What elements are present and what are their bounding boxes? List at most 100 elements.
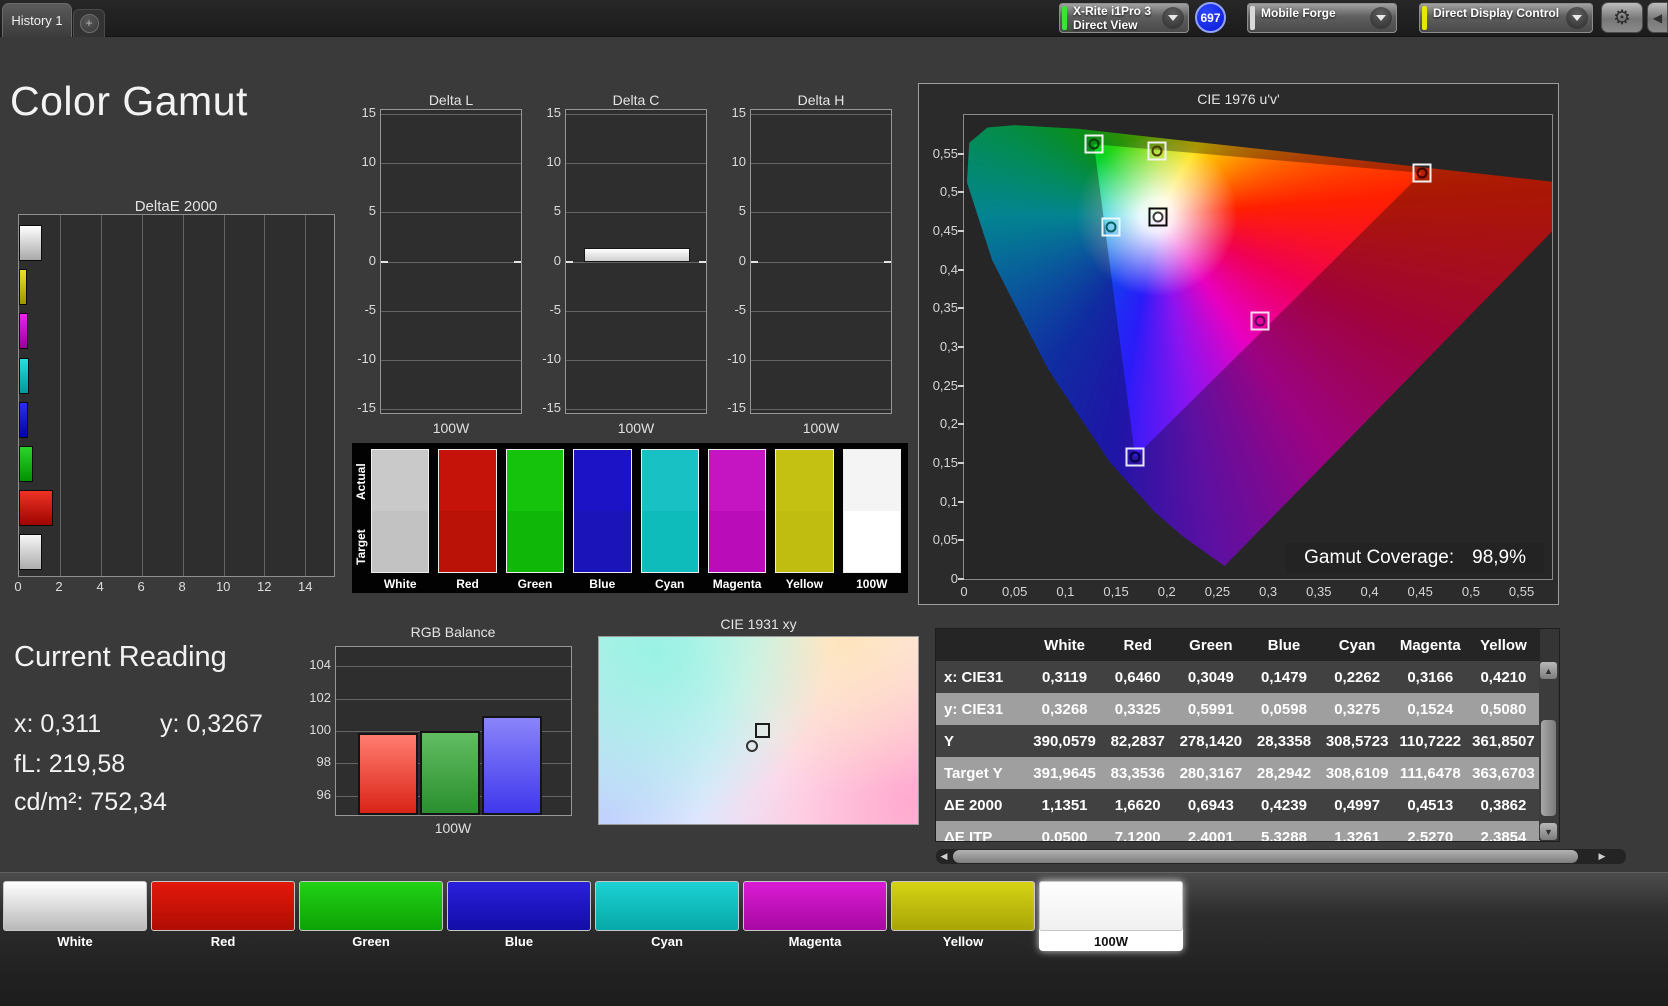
swatch-actual (708, 450, 766, 511)
delta-y-tick-label: -5 (549, 301, 561, 317)
table-cell: 0,0500 (1041, 828, 1088, 842)
swatch-target (372, 511, 429, 572)
delta-y-tick-label: -15 (727, 400, 746, 416)
patch-button-100w[interactable]: 100W (1039, 881, 1183, 951)
swatch-blue (573, 449, 632, 573)
vertical-scroll-thumb[interactable] (1541, 720, 1556, 816)
table-cell: 0,3275 (1334, 700, 1381, 718)
measured-dot (1105, 221, 1117, 233)
delta-gridline (751, 409, 891, 411)
table-cell: 0,6460 (1114, 668, 1161, 686)
deltae-gridline (100, 215, 102, 576)
table-cell: 280,3167 (1179, 764, 1243, 782)
measured-point-marker (745, 739, 758, 752)
deltae-x-tick-label: 0 (14, 579, 22, 594)
delta-y-tick-label: 15 (361, 104, 376, 120)
delta-y-tick-label: -5 (364, 301, 376, 317)
patch-button-yellow[interactable]: Yellow (891, 881, 1035, 951)
deltae-x-tick-label: 6 (137, 579, 145, 594)
table-row: ΔE 2000 1,1351 1,6620 0,6943 0,4239 0,4997 0,4… (936, 789, 1540, 821)
delta-y-tick-label: -10 (542, 350, 561, 366)
table-cell: 28,2942 (1256, 764, 1312, 782)
measured-dot (1152, 211, 1164, 223)
collapse-panel-button[interactable]: ◀ (1647, 2, 1668, 33)
deltae-bar-red (19, 490, 53, 527)
scroll-down-button[interactable]: ▼ (1540, 823, 1557, 840)
measured-dot (1416, 167, 1428, 179)
table-cell: 0,3049 (1187, 668, 1234, 686)
cie-x-tick-label: 0,2 (1157, 584, 1176, 599)
yellow-point-marker (1147, 141, 1167, 161)
swatch-100w (842, 449, 902, 573)
delta-c-title: Delta C (612, 92, 660, 108)
scroll-up-button[interactable]: ▲ (1540, 662, 1557, 679)
table-horizontal-scrollbar[interactable]: ◀ ▶ (936, 849, 1626, 864)
patch-button-magenta[interactable]: Magenta (743, 881, 887, 951)
horizontal-scroll-thumb[interactable] (953, 850, 1578, 863)
rgb-balance-x-label: 100W (434, 820, 472, 836)
patch-button-red[interactable]: Red (151, 881, 295, 951)
row-label: y: CIE31 (944, 700, 1004, 718)
results-table-body: White Red Green Blue Cyan Magenta Yellow x: CIE… (936, 629, 1540, 842)
cie-x-tick-label: 0 (960, 584, 968, 599)
patch-swatch (1039, 881, 1183, 931)
column-header: Red (1123, 636, 1152, 654)
cie-x-tick-label: 0,45 (1407, 584, 1433, 599)
measured-dot (1088, 138, 1100, 150)
meter-dropdown-button[interactable] (1162, 7, 1184, 29)
table-vertical-scrollbar[interactable]: ▲ ▼ (1539, 662, 1558, 840)
cie-y-tick (958, 539, 964, 542)
cie-x-tick-label: 0,15 (1103, 584, 1129, 599)
table-cell: 361,8507 (1472, 732, 1535, 750)
settings-button[interactable]: ⚙ (1601, 2, 1643, 33)
cie-plot: Gamut Coverage: 98,9% 0,55 0,5 0,45 0,4 0,35… (933, 114, 1553, 599)
source-dropdown-button[interactable] (1370, 7, 1392, 29)
patch-label: Blue (504, 933, 534, 949)
delta-c-chart: Delta C 15 10 5 0 -5 -10 -15 100W (535, 92, 707, 437)
display-control-dropdown-button[interactable] (1566, 7, 1588, 29)
measured-dot (1151, 145, 1163, 157)
patch-button-cyan[interactable]: Cyan (595, 881, 739, 951)
patch-button-green[interactable]: Green (299, 881, 443, 951)
rgb-balance-y-axis: 104 102 100 98 96 (305, 646, 331, 814)
cie-y-tick (958, 152, 964, 155)
table-cell: 0,4210 (1480, 668, 1527, 686)
scroll-left-button[interactable]: ◀ (936, 849, 952, 864)
delta-gridline (566, 163, 706, 165)
swatch-target (641, 511, 698, 572)
add-tab-button[interactable]: + (73, 9, 105, 37)
rgb-bar-red (358, 733, 418, 815)
table-cell: 0,3166 (1407, 668, 1454, 686)
delta-c-plot (565, 109, 707, 414)
delta-gridline (381, 310, 521, 312)
actual-row-label: Actual (354, 463, 368, 501)
cie-y-tick (958, 230, 964, 232)
table-cell: 0,4513 (1407, 796, 1454, 814)
swatch-white (370, 449, 430, 573)
deltae-bar-magenta (19, 313, 29, 350)
delta-gridline (751, 310, 891, 312)
meter-count-badge[interactable]: 697 (1195, 2, 1226, 33)
patch-button-blue[interactable]: Blue (447, 881, 591, 951)
meter-dropdown[interactable]: X-Rite i1Pro 3 Direct View (1059, 3, 1189, 33)
page-title: Color Gamut (10, 78, 248, 124)
display-control-dropdown[interactable]: Direct Display Control (1419, 3, 1593, 33)
rgb-y-tick-label: 102 (309, 689, 331, 705)
outside-gamut-shade (966, 125, 1552, 567)
rgb-y-tick-label: 104 (309, 657, 331, 673)
cie-x-tick-label: 0,05 (1002, 584, 1028, 599)
table-cell: 0,5991 (1187, 700, 1234, 718)
scroll-right-button[interactable]: ▶ (1594, 849, 1610, 864)
swatch-target (574, 511, 631, 572)
patch-button-white[interactable]: White (3, 881, 147, 951)
tab-history-1[interactable]: History 1 (2, 3, 72, 37)
swatch-actual (776, 450, 833, 511)
table-cell: 82,2837 (1110, 732, 1165, 750)
patch-label: Red (210, 933, 236, 949)
delta-c-y-axis: 15 10 5 0 -5 -10 -15 (535, 105, 561, 415)
zero-tick (514, 260, 521, 263)
source-dropdown[interactable]: Mobile Forge (1247, 3, 1397, 33)
measured-dot (1129, 451, 1141, 463)
cie-y-tick-label: 0,35 (932, 300, 958, 316)
deltae-plot (18, 214, 335, 577)
